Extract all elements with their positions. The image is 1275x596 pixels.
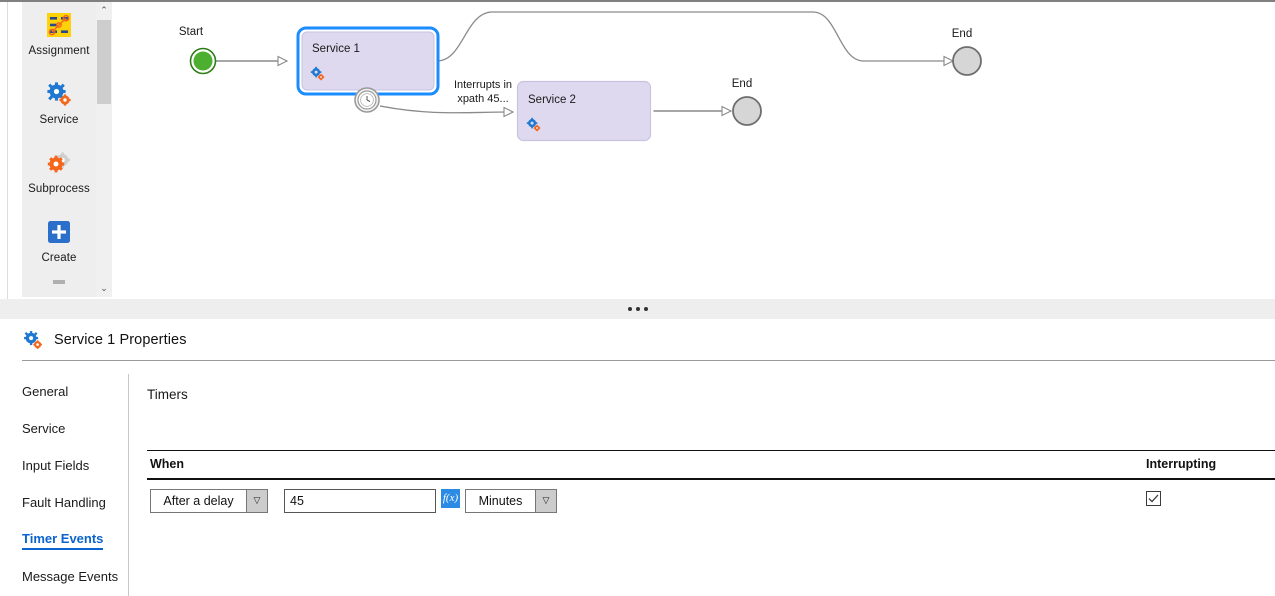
palette-item-label: Create [41,252,77,264]
delay-value-input[interactable] [284,488,436,513]
drag-handle-icon[interactable] [627,307,648,311]
column-header-when: When [150,457,185,471]
scroll-down-icon[interactable]: ⌄ [96,280,112,297]
panel-splitter[interactable] [0,299,1275,319]
left-gutter [0,2,8,301]
palette-item-label: Service [39,114,79,126]
page-title: Service 1 Properties [54,331,187,348]
column-header-interrupting: Interrupting [1146,457,1217,471]
time-unit-select[interactable]: Minutes ▽ [465,488,557,513]
chevron-down-icon[interactable]: ▽ [535,489,556,512]
tab-message-events[interactable]: Message Events [0,559,128,596]
tab-label: General [22,384,69,399]
properties-tab-list: General Service Input Fields Fault Handl… [0,374,129,596]
palette-item-subprocess[interactable]: Subprocess [22,140,96,209]
node-service-1[interactable]: Service 1 [296,26,440,96]
service-gears-icon [22,330,44,350]
node-end-event-lower[interactable]: End [732,78,762,126]
palette-item-label: Subprocess [28,183,90,195]
palette-item-service[interactable]: Service [22,71,96,140]
process-editor-window: Assignment Service Subprocess Create ⌃ ⌄… [0,0,1275,596]
node-service-2-label: Service 2 [528,94,576,106]
tab-label: Timer Events [22,531,104,550]
node-end-lower-label: End [732,78,752,90]
svg-text:Interrupts in: Interrupts in [454,79,512,91]
connector-timer-to-service2 [379,105,513,113]
properties-panel: Service 1 Properties General Service Inp… [0,319,1275,596]
partial-item-icon [46,280,72,292]
header-divider [22,360,1275,361]
tab-label: Service [22,421,66,436]
when-type-value: After a delay [163,493,234,508]
tab-general[interactable]: General [0,374,128,411]
tab-service[interactable]: Service [0,411,128,448]
tab-timer-events[interactable]: Timer Events [0,522,128,559]
tab-fault-handling[interactable]: Fault Handling [0,485,128,522]
diagram-editor-area: Assignment Service Subprocess Create ⌃ ⌄… [0,0,1275,301]
node-boundary-timer-event[interactable] [354,87,380,113]
palette-item-label: Assignment [28,45,90,57]
node-end-event-upper[interactable]: End [952,28,982,76]
when-type-select[interactable]: After a delay ▽ [150,488,268,513]
scrollbar-thumb[interactable] [97,20,111,104]
properties-header: Service 1 Properties [0,319,1275,360]
palette-item-create[interactable]: Create [22,209,96,278]
node-service-2[interactable]: Service 2 [514,78,654,144]
connector-service1-to-end [436,11,953,61]
table-row: After a delay ▽ f(x) Minutes ▽ [147,480,1275,526]
service-gears-icon [46,81,72,107]
assignment-icon [46,12,72,38]
node-end-upper-label: End [952,28,972,40]
palette-scroll-region: Assignment Service Subprocess Create [22,2,96,297]
palette-scrollbar[interactable]: ⌃ ⌄ [96,2,112,297]
node-start-label: Start [179,26,204,38]
table-header-row: When Interrupting [147,451,1275,478]
checkmark-icon [1148,494,1159,503]
timers-table: When Interrupting After a delay ▽ f(x) M… [147,450,1275,526]
subprocess-gears-icon [46,150,72,176]
node-service-1-label: Service 1 [312,43,360,55]
tab-input-fields[interactable]: Input Fields [0,448,128,485]
tab-label: Message Events [22,569,119,584]
properties-content: Timers When Interrupting After a delay ▽… [129,374,1275,596]
shape-palette: Assignment Service Subprocess Create ⌃ ⌄ [22,2,112,297]
process-diagram-canvas[interactable]: Start Service 1 Interrupts in xpath 45..… [113,2,1275,297]
time-unit-value: Minutes [478,493,523,508]
chevron-down-icon[interactable]: ▽ [246,489,267,512]
scroll-up-icon[interactable]: ⌃ [96,2,112,19]
interrupting-checkbox[interactable] [1146,490,1161,506]
section-title: Timers [147,387,188,402]
node-start-event[interactable]: Start [179,26,217,75]
palette-item-assignment[interactable]: Assignment [22,2,96,71]
clock-icon [360,93,374,107]
tab-label: Input Fields [22,458,90,473]
create-plus-icon [46,219,72,245]
tab-label: Fault Handling [22,495,106,510]
palette-item-partial[interactable] [22,278,96,292]
expression-builder-button[interactable]: f(x) [441,488,460,508]
svg-text:xpath 45...: xpath 45... [457,93,508,105]
edge-label-interrupts: Interrupts in xpath 45... [454,79,512,105]
